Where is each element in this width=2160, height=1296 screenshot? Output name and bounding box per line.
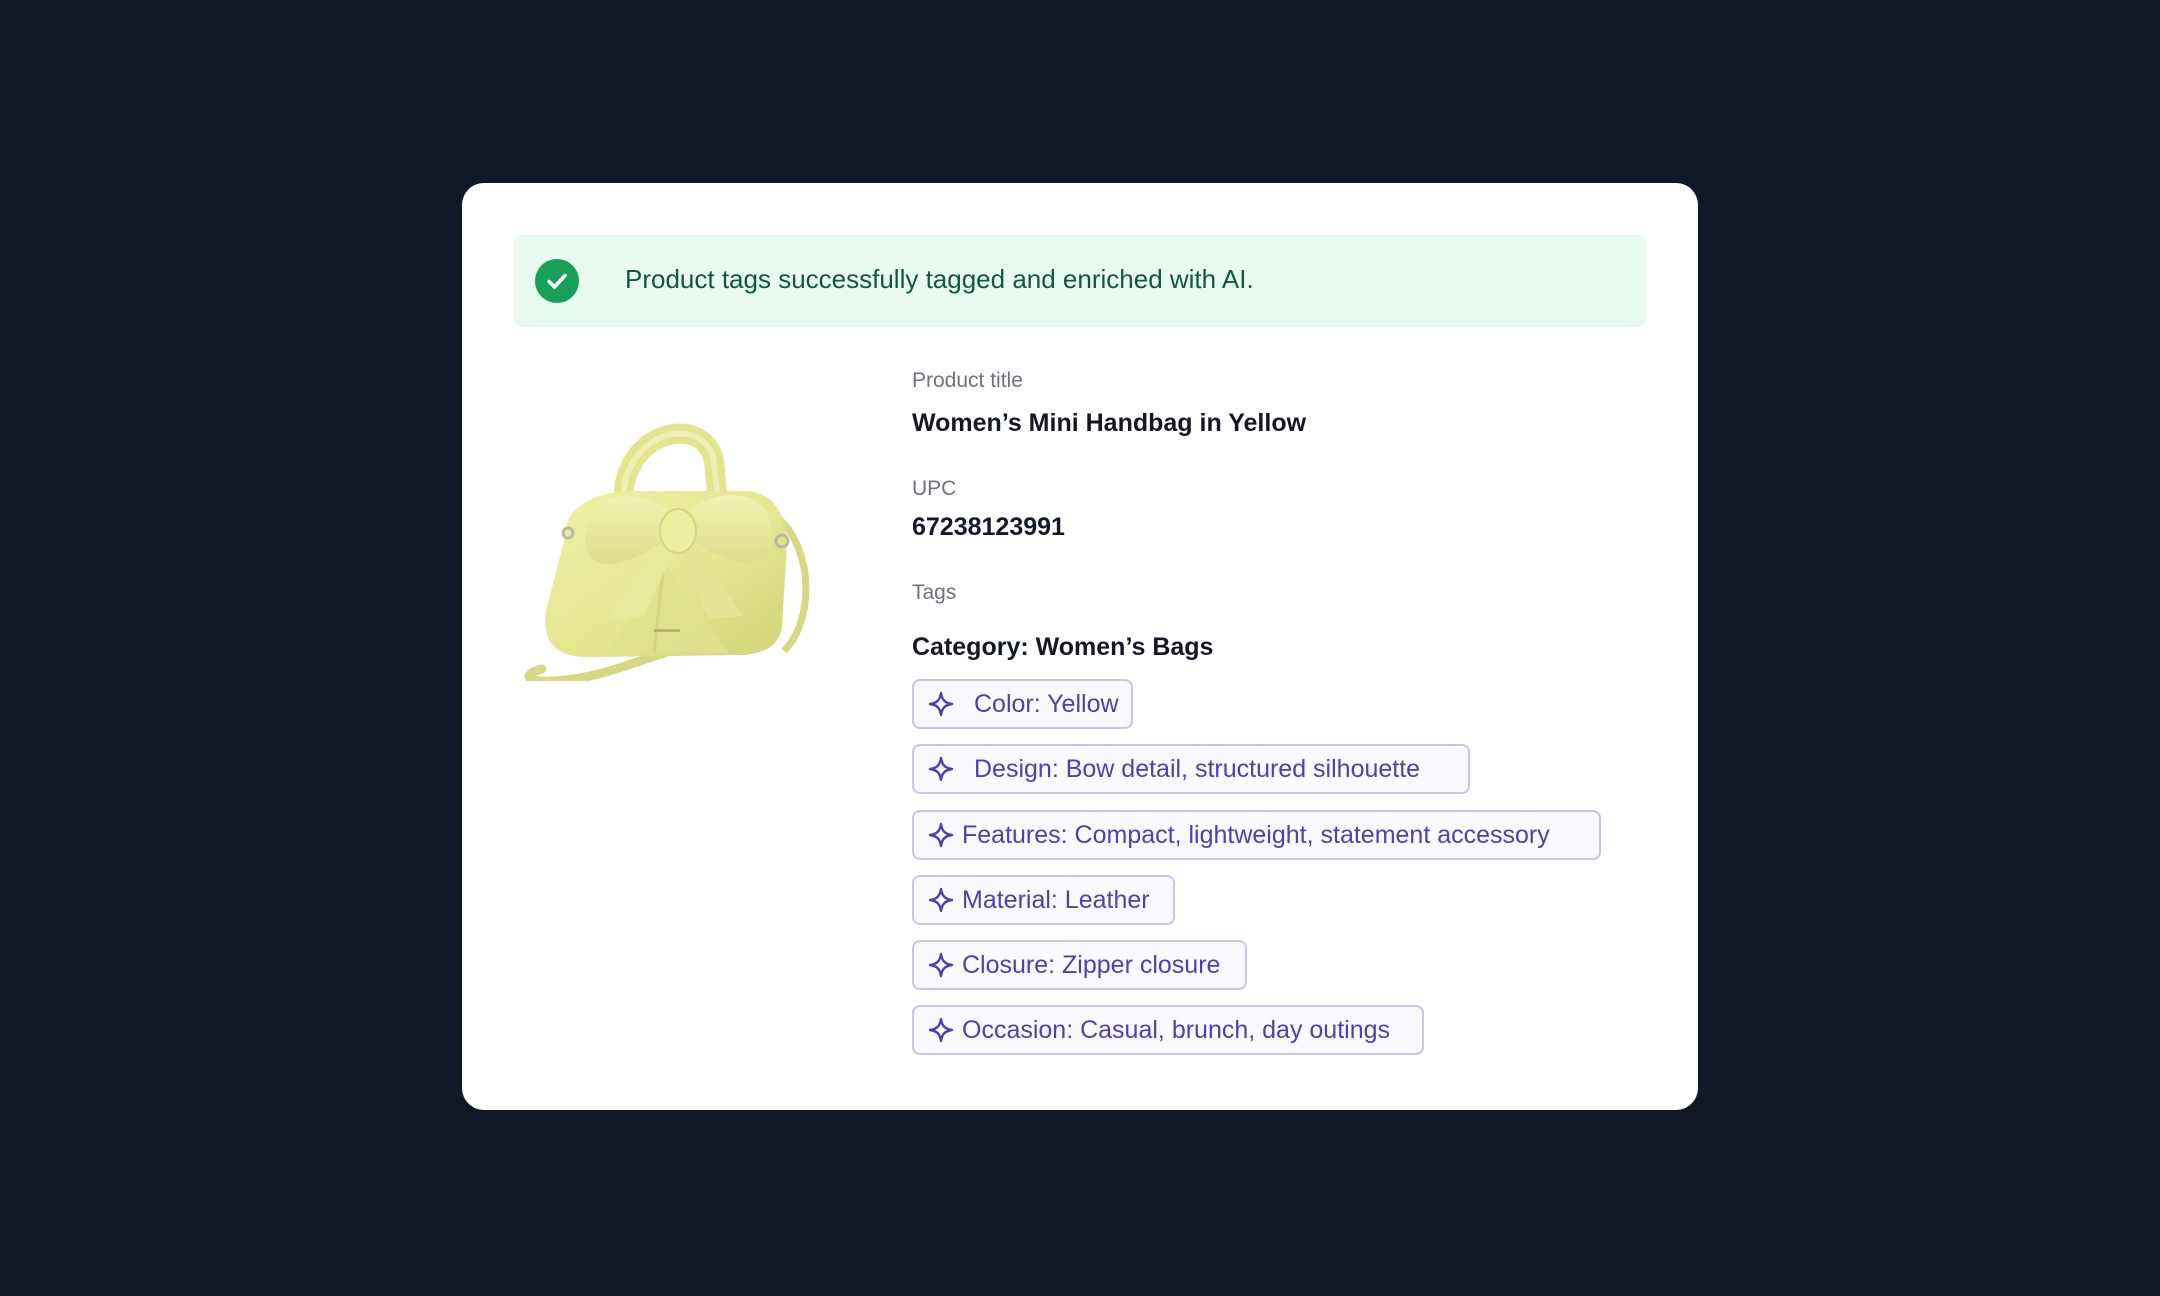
check-circle-icon [535,259,579,303]
sparkle-icon [928,691,954,717]
product-title: Women’s Mini Handbag in Yellow [912,409,1307,437]
category-tag: Category: Women’s Bags [912,633,1214,661]
tag-label: Material: Leather [962,885,1150,914]
tag-color[interactable]: Color: Yellow [912,679,1133,729]
tag-label: Features: Compact, lightweight, statemen… [962,820,1550,849]
product-title-label: Product title [912,369,1023,392]
tag-closure[interactable]: Closure: Zipper closure [912,940,1247,990]
sparkle-icon [928,756,954,782]
success-banner: Product tags successfully tagged and enr… [514,235,1646,327]
tags-label: Tags [912,581,957,604]
sparkle-icon [928,887,954,913]
sparkle-icon [928,822,954,848]
upc-label: UPC [912,477,957,500]
product-image [514,391,844,686]
success-message: Product tags successfully tagged and enr… [625,264,1254,294]
sparkle-icon [928,952,954,978]
tag-label: Color: Yellow [974,689,1119,718]
tag-material[interactable]: Material: Leather [912,875,1175,925]
tag-features[interactable]: Features: Compact, lightweight, statemen… [912,810,1601,860]
tag-label: Occasion: Casual, brunch, day outings [962,1015,1391,1044]
upc-value: 67238123991 [912,513,1065,541]
tag-design[interactable]: Design: Bow detail, structured silhouett… [912,744,1470,794]
tag-label: Design: Bow detail, structured silhouett… [974,754,1421,783]
product-card: Product tags successfully tagged and enr… [462,183,1698,1110]
tag-occasion[interactable]: Occasion: Casual, brunch, day outings [912,1005,1424,1055]
sparkle-icon [928,1017,954,1043]
tag-label: Closure: Zipper closure [962,950,1221,979]
